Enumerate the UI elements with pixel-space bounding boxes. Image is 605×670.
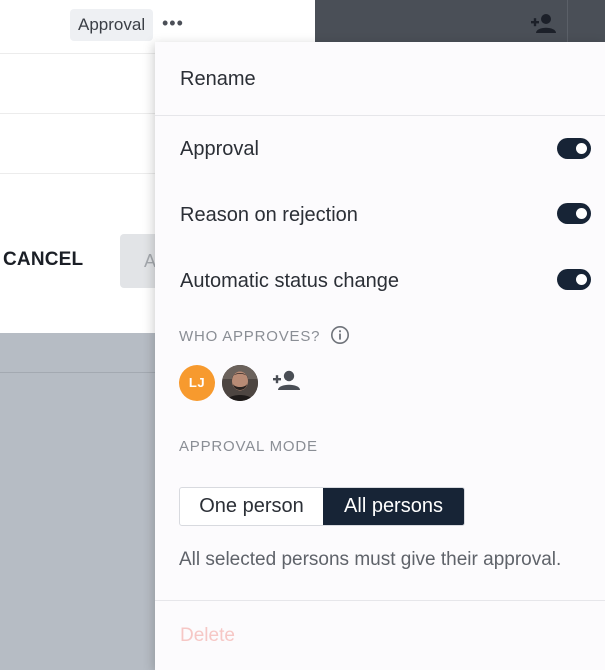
delete-menu-item[interactable]: Delete xyxy=(180,625,235,647)
menu-divider xyxy=(155,115,605,116)
reason-on-rejection-toggle[interactable] xyxy=(557,203,591,224)
add-person-icon[interactable] xyxy=(530,12,558,34)
avatar-lj[interactable]: LJ xyxy=(179,365,215,401)
mode-option-all-persons[interactable]: All persons xyxy=(323,488,464,525)
automatic-status-change-toggle[interactable] xyxy=(557,269,591,290)
add-approver-icon[interactable] xyxy=(272,368,302,392)
background-divider xyxy=(0,372,160,373)
approval-mode-toggle: One person All persons xyxy=(179,487,465,526)
approval-mode-description: All selected persons must give their app… xyxy=(179,549,562,570)
cancel-button[interactable]: CANCEL xyxy=(3,249,83,271)
column-options-menu: Rename Approval Reason on rejection Auto… xyxy=(155,42,605,670)
who-approves-heading: WHO APPROVES? xyxy=(179,328,321,345)
approval-toggle[interactable] xyxy=(557,138,591,159)
toggle-knob xyxy=(576,274,587,285)
approval-mode-heading: APPROVAL MODE xyxy=(179,438,318,455)
menu-divider xyxy=(155,600,605,601)
toggle-knob xyxy=(576,208,587,219)
reason-on-rejection-label: Reason on rejection xyxy=(180,204,358,226)
background-header-strip xyxy=(315,0,605,42)
toggle-knob xyxy=(576,143,587,154)
more-options-icon[interactable]: ••• xyxy=(162,10,184,36)
automatic-status-change-label: Automatic status change xyxy=(180,270,400,292)
approval-toggle-label: Approval xyxy=(180,138,259,160)
avatar-photo[interactable] xyxy=(222,365,258,401)
mode-option-one-person[interactable]: One person xyxy=(180,488,323,525)
rename-menu-item[interactable]: Rename xyxy=(180,68,256,91)
approval-column-header[interactable]: Approval xyxy=(70,9,154,41)
info-icon[interactable] xyxy=(330,325,350,345)
avatar-photo-image xyxy=(222,365,258,401)
cell-divider xyxy=(567,0,568,42)
